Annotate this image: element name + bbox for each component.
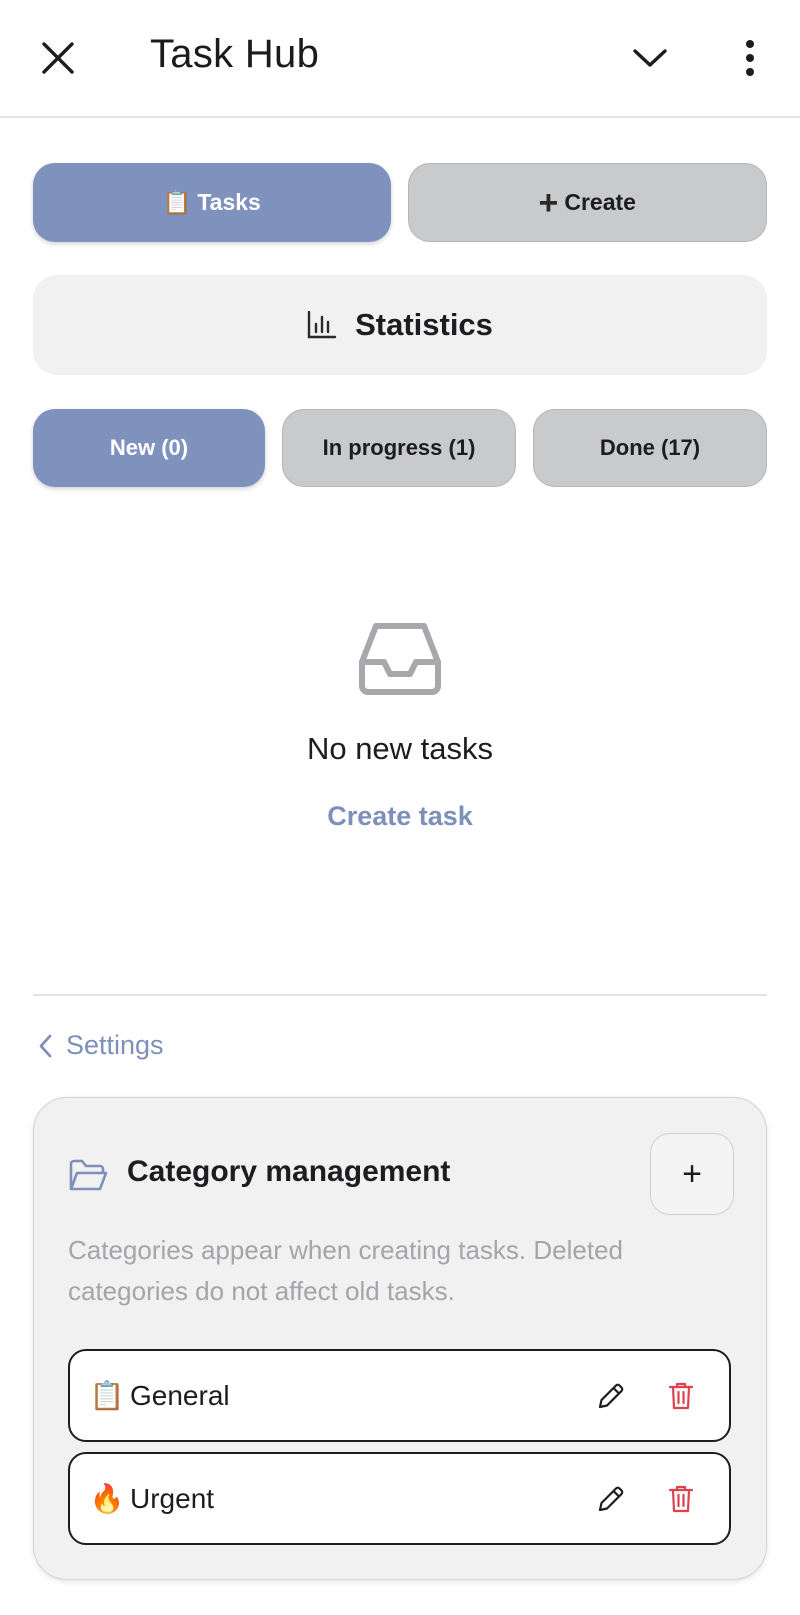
tab-status-done[interactable]: Done (17): [533, 409, 767, 487]
delete-category-button[interactable]: [659, 1477, 703, 1521]
trash-icon: [668, 1382, 694, 1409]
close-button[interactable]: [28, 28, 88, 88]
tab-tasks-label: Tasks: [197, 189, 261, 215]
tab-status-new[interactable]: New (0): [33, 409, 265, 487]
category-row: 📋 General: [68, 1349, 731, 1442]
trash-icon: [668, 1485, 694, 1512]
folder-open-icon: [69, 1159, 108, 1191]
clipboard-emoji: 📋: [162, 189, 192, 215]
more-options-button[interactable]: [720, 28, 780, 88]
category-name: Urgent: [130, 1482, 215, 1514]
tab-status-label: New (0): [109, 435, 189, 460]
main-tabs: 📋 Tasks + Create: [33, 163, 767, 242]
tab-status-in-progress[interactable]: In progress (1): [282, 409, 516, 487]
inbox-icon: [359, 623, 441, 695]
edit-category-button[interactable]: [589, 1374, 633, 1418]
create-task-link[interactable]: Create task: [327, 801, 473, 832]
app-bar: Task Hub: [0, 0, 800, 118]
empty-state: No new tasks Create task: [0, 620, 800, 832]
tab-create-label: Create: [564, 189, 636, 215]
pencil-icon: [598, 1383, 624, 1408]
empty-state-message: No new tasks: [306, 731, 494, 766]
app-title: Task Hub: [150, 32, 320, 76]
chevron-left-icon: [39, 1034, 52, 1057]
category-emoji: 🔥: [89, 1483, 125, 1514]
category-description: Categories appear when creating tasks. D…: [68, 1235, 623, 1306]
section-divider: [33, 994, 767, 996]
statistics-label: Statistics: [355, 307, 493, 342]
tab-create[interactable]: + Create: [407, 163, 767, 242]
settings-back-link[interactable]: Settings: [38, 1030, 164, 1061]
settings-label: Settings: [66, 1030, 164, 1060]
tab-status-label: Done (17): [599, 435, 701, 460]
add-category-button[interactable]: +: [650, 1133, 734, 1215]
statistics-button[interactable]: Statistics: [33, 275, 767, 375]
tab-status-label: In progress (1): [322, 435, 476, 460]
more-vertical-icon: [746, 40, 754, 76]
category-row: 🔥 Urgent: [68, 1452, 731, 1545]
plus-icon: +: [538, 183, 559, 222]
category-management-title: Category management: [127, 1155, 451, 1188]
category-management-card: Category management + Categories appear …: [33, 1097, 767, 1580]
delete-category-button[interactable]: [659, 1374, 703, 1418]
plus-icon: +: [682, 1154, 702, 1193]
category-name: General: [130, 1379, 230, 1411]
edit-category-button[interactable]: [589, 1477, 633, 1521]
category-emoji: 📋: [89, 1380, 125, 1411]
bar-chart-icon: [307, 311, 337, 339]
close-icon: [42, 42, 74, 74]
status-filter-tabs: New (0) In progress (1) Done (17): [33, 409, 767, 487]
chevron-down-icon: [633, 49, 667, 67]
pencil-icon: [598, 1486, 624, 1511]
dropdown-button[interactable]: [620, 28, 680, 88]
tab-tasks[interactable]: 📋 Tasks: [33, 163, 391, 242]
